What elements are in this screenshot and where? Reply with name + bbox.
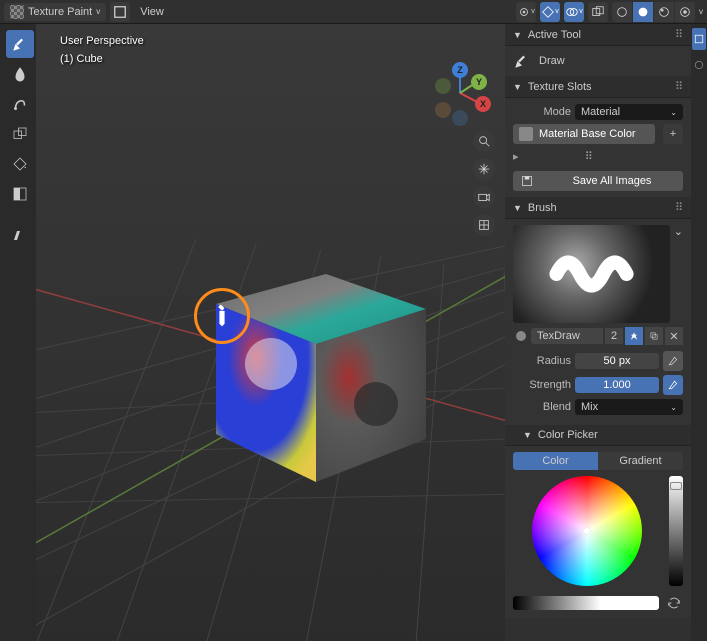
shading-solid[interactable] [633,2,653,22]
panel-title: Active Tool [528,29,581,41]
visibility-toggle[interactable]: v [516,2,536,22]
brush-name-field[interactable]: TexDraw [531,328,603,344]
brush-preview[interactable] [513,225,670,323]
viewport-3d[interactable]: User Perspective (1) Cube Z Y X [36,24,505,641]
brush-icon [513,328,529,344]
cube-object[interactable] [176,244,436,504]
menu-view[interactable]: View [134,4,170,20]
brush-delete-button[interactable]: ✕ [665,327,683,345]
gizmo-neg-z[interactable] [452,110,468,126]
nav-perspective[interactable] [473,214,495,236]
texture-paint-icon [10,5,24,19]
save-all-images-button[interactable]: Save All Images [513,171,683,191]
gizmo-toggle[interactable]: v [540,2,560,22]
tool-draw[interactable] [6,30,34,58]
disclosure-triangle-icon: ▼ [513,203,522,213]
panel-active-tool-header[interactable]: ▼ Active Tool ⠿ [505,24,691,46]
chevron-down-icon: v [96,7,100,16]
tool-annotate[interactable] [6,220,34,248]
fake-user-toggle[interactable] [625,327,643,345]
value-slider[interactable] [669,476,683,586]
slot-name: Material Base Color [539,128,636,140]
shading-wireframe[interactable] [612,2,632,22]
draw-tool-icon [513,52,531,70]
tab-view[interactable] [692,54,706,76]
brush-user-count[interactable]: 2 [605,328,623,344]
chevron-down-icon: ⌄ [670,108,677,117]
nav-move[interactable] [473,158,495,180]
tool-mask[interactable] [6,180,34,208]
texture-slot-item[interactable]: Material Base Color [513,124,655,144]
panel-options-icon[interactable]: ⠿ [675,28,683,41]
panel-brush-header[interactable]: ▼ Brush ⠿ [505,197,691,219]
texture-swatch-icon [519,127,533,141]
slot-mode-dropdown[interactable]: Material ⌄ [575,104,683,120]
nav-zoom[interactable] [473,130,495,152]
image-menu-icon[interactable] [110,2,130,22]
gizmo-y[interactable]: Y [471,74,487,90]
eyedropper-cursor-highlight [194,288,250,344]
disclosure-triangle-icon: ▼ [513,30,522,40]
radius-pressure-toggle[interactable] [663,351,683,371]
mode-label: Texture Paint [28,6,92,18]
brush-unlink-button[interactable] [645,327,663,345]
value-slider-handle[interactable] [670,482,682,490]
save-icon [517,175,537,187]
gizmo-x[interactable]: X [475,96,491,112]
chevron-down-icon: ⌄ [670,403,677,412]
panel-title: Texture Slots [528,81,592,93]
panel-title: Brush [528,202,557,214]
tab-tool-settings[interactable] [692,28,706,50]
panel-color-picker-header[interactable]: ▼ Color Picker [505,425,691,446]
shading-options-dropdown[interactable]: v [699,7,703,16]
shading-modes [612,2,695,22]
strength-pressure-toggle[interactable] [663,375,683,395]
blend-label: Blend [513,401,571,413]
overlay-toggle[interactable]: v [564,2,584,22]
radius-label: Radius [513,355,571,367]
disclosure-triangle-icon: ▼ [523,430,532,440]
active-tool-name: Draw [539,55,565,67]
radius-value[interactable]: 50 px [575,353,659,369]
xray-toggle[interactable] [588,2,608,22]
panel-texture-slots-header[interactable]: ▼ Texture Slots ⠿ [505,76,691,98]
color-wheel-cursor[interactable] [583,527,591,535]
shading-material[interactable] [654,2,674,22]
tool-smear[interactable] [6,90,34,118]
shading-rendered[interactable] [675,2,695,22]
tab-color[interactable]: Color [513,452,598,470]
gizmo-z[interactable]: Z [452,62,468,78]
panel-title: Color Picker [538,429,598,441]
gizmo-neg-x[interactable] [435,78,451,94]
disclosure-triangle-icon: ▼ [513,82,522,92]
slot-prev-icon[interactable]: ▸ [513,150,519,163]
strength-value[interactable]: 1.000 [575,377,659,393]
nav-camera[interactable] [473,186,495,208]
tab-gradient[interactable]: Gradient [598,452,683,470]
strength-label: Strength [513,379,571,391]
tool-soften[interactable] [6,60,34,88]
slot-grip-icon[interactable]: ⠿ [585,150,593,163]
add-slot-button[interactable]: + [663,124,683,144]
object-label: (1) Cube [60,50,144,68]
color-swatch-bar[interactable] [513,596,659,610]
eyedropper-icon [206,300,237,331]
panel-options-icon[interactable]: ⠿ [675,201,683,214]
viewport-info: User Perspective (1) Cube [60,32,144,68]
color-wheel[interactable] [532,476,642,586]
tool-fill[interactable] [6,150,34,178]
perspective-label: User Perspective [60,32,144,50]
axis-gizmo[interactable]: Z Y X [427,60,493,126]
tool-clone[interactable] [6,120,34,148]
mode-dropdown[interactable]: Texture Paint v [4,3,106,21]
panel-options-icon[interactable]: ⠿ [675,80,683,93]
swap-colors-button[interactable] [665,594,683,612]
brush-browse-dropdown[interactable]: ⌄ [674,225,683,238]
mode-label: Mode [513,106,571,118]
gizmo-neg-y[interactable] [435,102,451,118]
blend-dropdown[interactable]: Mix ⌄ [575,399,683,415]
